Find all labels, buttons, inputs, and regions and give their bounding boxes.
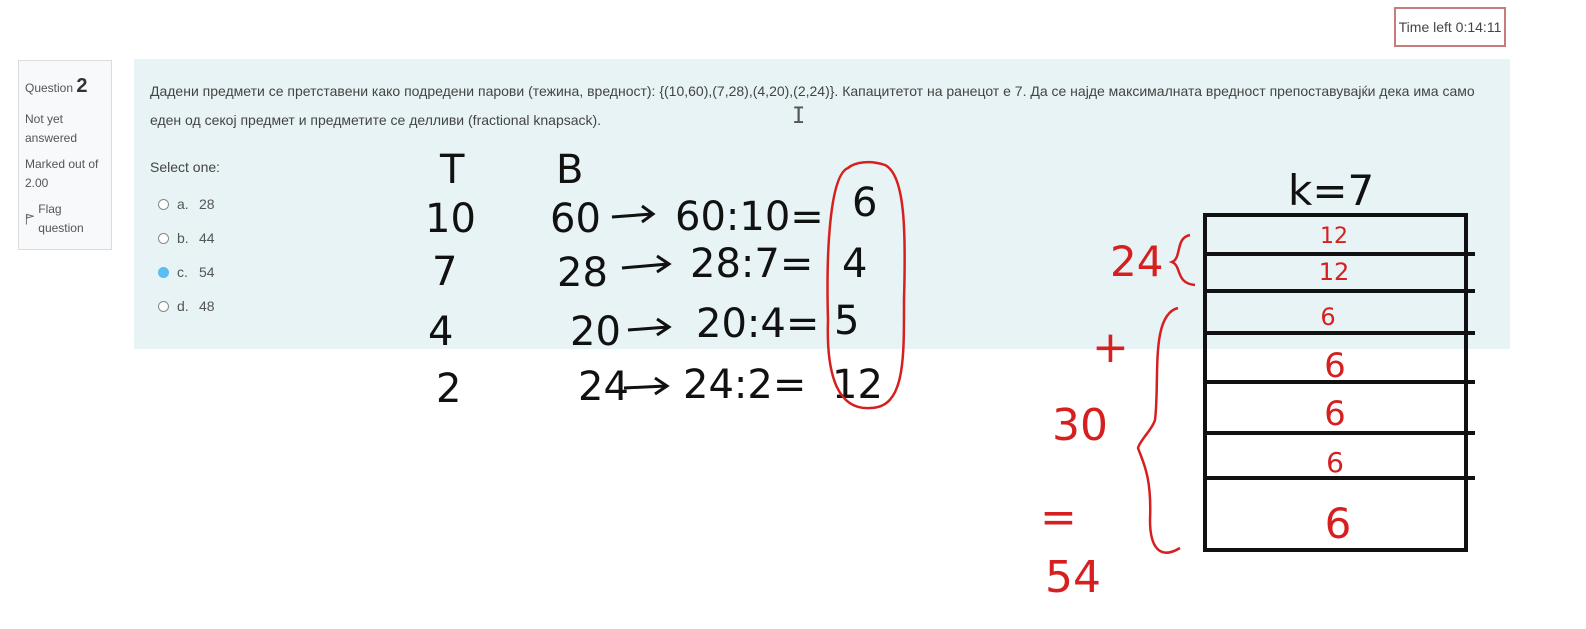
ratio-4: 24:2=	[683, 362, 806, 408]
weight-1: 10	[425, 196, 476, 242]
value-3: 20	[570, 309, 621, 355]
ratio-3: 20:4=	[696, 301, 819, 347]
result-1: 6	[852, 180, 877, 226]
arrow-2	[621, 254, 672, 274]
handwritten-annotations: T B 10 60 60:10= 6 7 28 28:7= 4 4 20 20:…	[425, 147, 1475, 603]
capacity-label: k=7	[1288, 166, 1374, 215]
knapsack-cell: 12	[1319, 258, 1350, 286]
col-header-t: T	[439, 147, 465, 193]
ratio-1: 60:10=	[675, 194, 824, 240]
note-24: 24	[1110, 237, 1163, 286]
ratio-2: 28:7=	[690, 241, 813, 287]
note-54: 54	[1045, 552, 1101, 603]
knapsack-cell: 6	[1320, 303, 1335, 331]
weight-2: 7	[432, 249, 457, 295]
weight-4: 2	[436, 366, 461, 412]
arrow-4	[623, 376, 670, 396]
brace-large	[1136, 306, 1181, 554]
brace-small	[1168, 233, 1196, 287]
result-2: 4	[842, 241, 867, 287]
result-3: 5	[834, 298, 859, 344]
knapsack-cell: 6	[1324, 394, 1346, 434]
knapsack-cell: 6	[1326, 446, 1344, 479]
value-2: 28	[557, 250, 608, 296]
col-header-b: B	[556, 147, 583, 193]
knapsack-cell: 12	[1320, 224, 1348, 249]
note-30: 30	[1052, 400, 1108, 451]
value-4: 24	[578, 364, 629, 410]
value-1: 60	[550, 196, 601, 242]
result-4: 12	[832, 362, 883, 408]
note-equals: =	[1040, 492, 1077, 543]
knapsack-cell: 6	[1324, 346, 1346, 386]
arrow-1	[611, 204, 656, 224]
weight-3: 4	[428, 309, 453, 355]
arrow-3	[627, 317, 672, 337]
note-plus: +	[1092, 322, 1129, 373]
knapsack-cell: 6	[1325, 499, 1352, 548]
